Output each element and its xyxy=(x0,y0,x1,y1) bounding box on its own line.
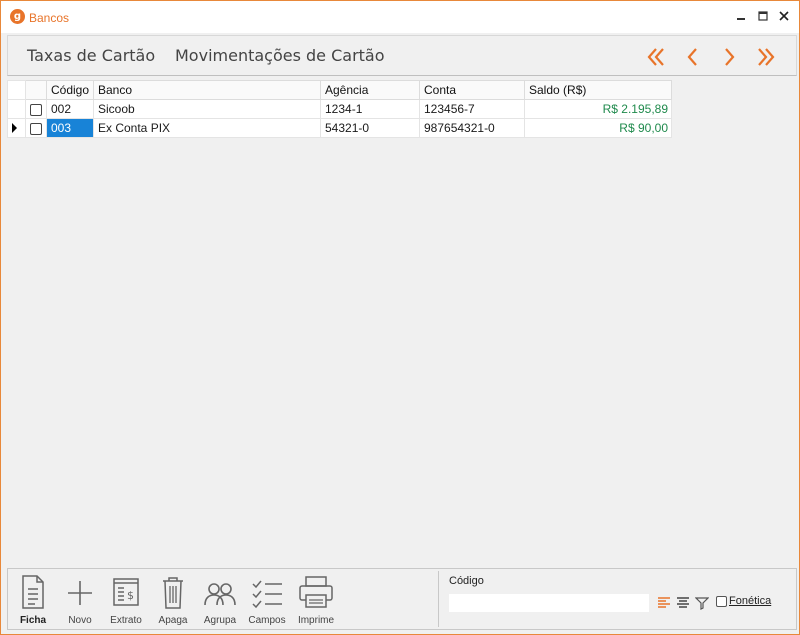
campos-label: Campos xyxy=(248,615,286,626)
extrato-label: Extrato xyxy=(110,615,142,626)
ficha-label: Ficha xyxy=(19,615,47,626)
window: g Bancos Taxas de Cartão Movimentações d… xyxy=(0,0,800,635)
extrato-button[interactable]: $ Extrato xyxy=(106,573,146,627)
apaga-button[interactable]: Apaga xyxy=(153,573,193,627)
header-indicator xyxy=(7,80,26,100)
tab-taxas-de-cartao[interactable]: Taxas de Cartão xyxy=(27,46,155,65)
checklist-icon xyxy=(252,580,282,609)
plus-icon xyxy=(68,581,92,605)
cell-banco[interactable]: Ex Conta PIX xyxy=(93,118,321,138)
align-left-button[interactable] xyxy=(657,596,671,610)
minimize-icon xyxy=(737,18,745,20)
cell-codigo[interactable]: 003 xyxy=(46,118,94,138)
cell-agencia[interactable]: 54321-0 xyxy=(320,118,420,138)
title-bar: g Bancos xyxy=(1,1,799,33)
first-icon xyxy=(647,48,664,66)
trash-icon xyxy=(163,577,183,609)
svg-text:$: $ xyxy=(127,589,134,602)
novo-button[interactable]: Novo xyxy=(60,573,100,627)
group-users-icon xyxy=(204,583,236,606)
current-row-pointer-icon xyxy=(12,123,17,133)
cell-saldo[interactable]: R$ 2.195,89 xyxy=(524,99,672,119)
campos-button[interactable]: Campos xyxy=(247,573,287,627)
header-checkbox xyxy=(25,80,47,100)
cell-banco[interactable]: Sicoob xyxy=(93,99,321,119)
cell-conta[interactable]: 987654321-0 xyxy=(419,118,525,138)
filter-icon xyxy=(694,597,710,610)
table-row[interactable]: 002 Sicoob 1234-1 123456-7 R$ 2.195,89 xyxy=(7,99,672,119)
top-toolbar: Taxas de Cartão Movimentações de Cartão xyxy=(7,35,797,76)
previous-record-button[interactable] xyxy=(680,44,706,70)
column-header-agencia[interactable]: Agência xyxy=(320,80,420,100)
fonetica-label: Fonética xyxy=(729,595,772,607)
previous-icon xyxy=(687,48,697,66)
table-row[interactable]: 003 Ex Conta PIX 54321-0 987654321-0 R$ … xyxy=(7,118,672,138)
cell-codigo[interactable]: 002 xyxy=(46,99,94,119)
align-center-icon xyxy=(677,597,689,608)
tab-movimentacoes-de-cartao[interactable]: Movimentações de Cartão xyxy=(175,46,385,65)
cell-conta[interactable]: 123456-7 xyxy=(419,99,525,119)
fonetica-checkbox-box[interactable] xyxy=(716,595,727,607)
row-checkbox[interactable] xyxy=(30,103,42,116)
agrupa-label: Agrupa xyxy=(203,615,237,626)
next-record-button[interactable] xyxy=(716,44,742,70)
search-input[interactable] xyxy=(449,594,649,612)
apaga-label: Apaga xyxy=(158,615,188,626)
filter-button[interactable] xyxy=(694,596,710,610)
fonetica-checkbox[interactable]: Fonética xyxy=(716,595,771,607)
first-record-button[interactable] xyxy=(644,44,670,70)
last-icon xyxy=(758,48,775,66)
next-icon xyxy=(725,48,735,66)
printer-icon xyxy=(299,576,333,608)
column-header-conta[interactable]: Conta xyxy=(419,80,525,100)
imprime-button[interactable]: Imprime xyxy=(296,573,336,627)
cell-agencia[interactable]: 1234-1 xyxy=(320,99,420,119)
window-title: Bancos xyxy=(29,11,70,25)
column-header-saldo[interactable]: Saldo (R$) xyxy=(524,80,672,100)
close-icon xyxy=(779,11,789,21)
minimize-button[interactable] xyxy=(730,5,752,27)
align-center-button[interactable] xyxy=(676,596,690,610)
search-field-label: Código xyxy=(449,575,484,587)
app-logo-icon: g xyxy=(10,9,25,24)
maximize-icon xyxy=(758,11,768,21)
document-icon xyxy=(22,575,44,609)
novo-label: Novo xyxy=(68,615,92,626)
agrupa-button[interactable]: Agrupa xyxy=(200,573,240,627)
column-header-codigo[interactable]: Código xyxy=(46,80,94,100)
close-button[interactable] xyxy=(773,5,795,27)
grid-header-row: Código Banco Agência Conta Saldo (R$) xyxy=(7,80,672,100)
bottom-toolbar: Ficha Novo $ Extrato Apaga Agrupa Campos… xyxy=(7,568,797,630)
toolbar-divider xyxy=(438,571,439,627)
statement-icon: $ xyxy=(113,578,139,606)
banks-grid: Código Banco Agência Conta Saldo (R$) 00… xyxy=(7,80,672,138)
align-left-icon xyxy=(658,597,670,608)
row-indicator xyxy=(7,118,26,138)
row-checkbox-cell[interactable] xyxy=(25,99,47,119)
ficha-button[interactable]: Ficha xyxy=(13,573,53,627)
last-record-button[interactable] xyxy=(752,44,778,70)
imprime-label: Imprime xyxy=(297,615,335,626)
row-checkbox-cell[interactable] xyxy=(25,118,47,138)
row-checkbox[interactable] xyxy=(30,122,42,135)
maximize-button[interactable] xyxy=(752,5,774,27)
row-indicator xyxy=(7,99,26,119)
cell-saldo[interactable]: R$ 90,00 xyxy=(524,118,672,138)
column-header-banco[interactable]: Banco xyxy=(93,80,321,100)
